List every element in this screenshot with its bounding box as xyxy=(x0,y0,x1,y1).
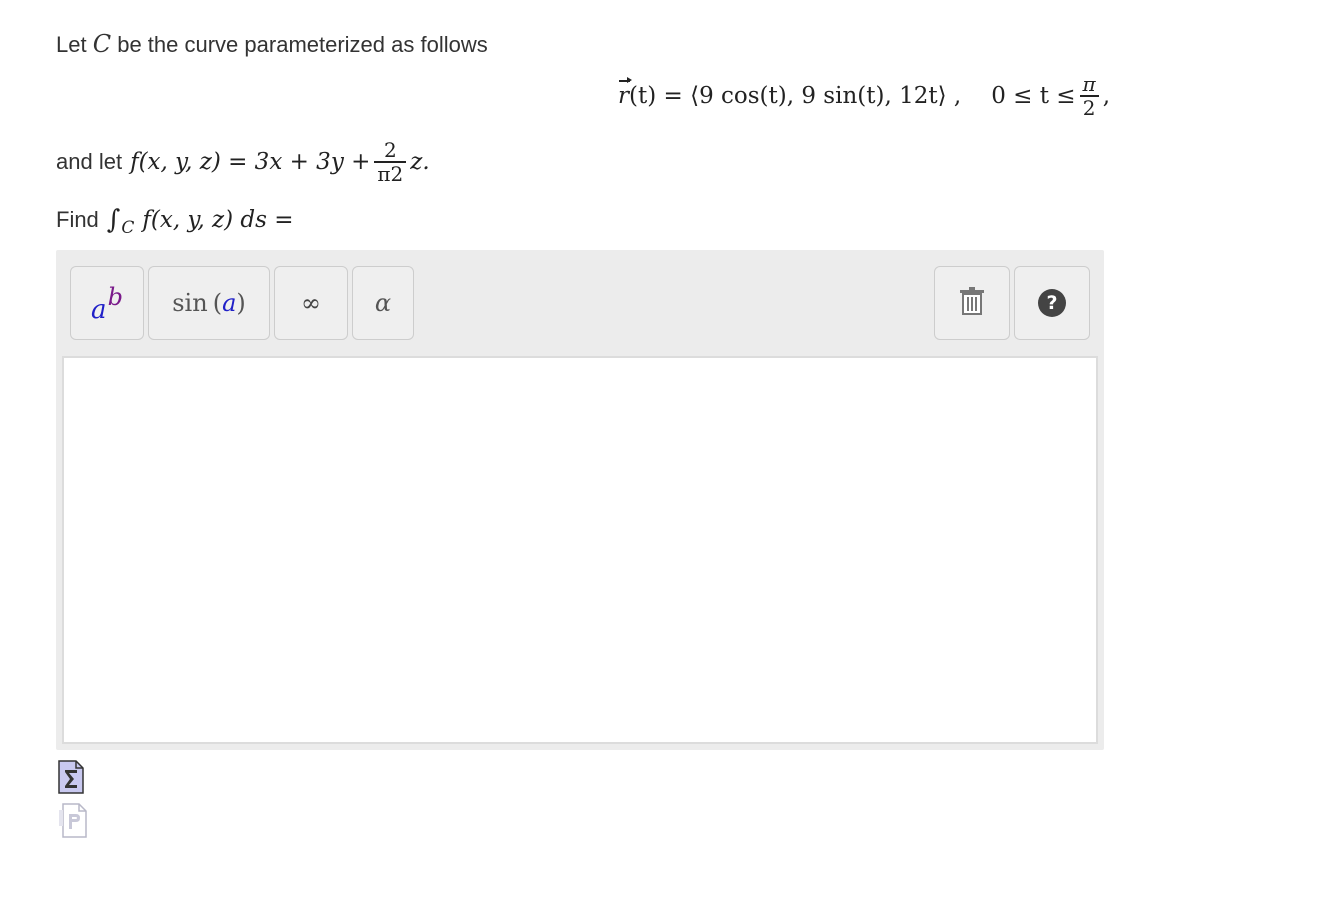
problem-intro: Let C be the curve parameterized as foll… xyxy=(56,30,488,59)
sin-open-paren: ( xyxy=(212,289,223,317)
answer-input[interactable] xyxy=(62,356,1098,744)
greek-letters-button[interactable]: α xyxy=(352,266,414,340)
sin-function-button[interactable]: sin (a) xyxy=(148,266,270,340)
math-answer-editor: ab sin (a) ∞ α ? xyxy=(56,250,1104,750)
function-intro: and let xyxy=(56,149,123,174)
range-numerator: π xyxy=(1082,72,1096,97)
exponent-button[interactable]: ab xyxy=(70,266,144,340)
range-denominator: 2 xyxy=(1082,95,1096,120)
integral-body: f(x, y, z) ds = xyxy=(142,207,294,233)
function-tail: z. xyxy=(410,149,430,175)
range-fraction: π 2 xyxy=(1079,72,1099,120)
sin-close-paren: ) xyxy=(236,289,246,317)
exponent-power: b xyxy=(107,283,123,311)
find-prompt: Find ∫ C f(x, y, z) ds = xyxy=(56,202,294,238)
equation-trailing: , xyxy=(1102,83,1111,109)
parameterization-equation: r (t) = ⟨9 cos(t), 9 sin(t), 12t⟩ , 0 ≤ … xyxy=(618,66,1110,126)
vector-r: r xyxy=(618,77,632,109)
function-frac-denominator: π2 xyxy=(377,161,404,186)
equation-body: ⟨9 cos(t), 9 sin(t), 12t⟩ , xyxy=(690,83,962,109)
integral-subscript: C xyxy=(121,218,135,238)
integral-sign: ∫ xyxy=(106,205,121,235)
sigma-file-icon[interactable] xyxy=(58,760,84,799)
infinity-button[interactable]: ∞ xyxy=(274,266,348,340)
infinity-symbol: ∞ xyxy=(301,289,321,317)
function-math: f(x, y, z) = 3x + 3y + 2 π2 z. xyxy=(130,139,430,185)
alpha-symbol: α xyxy=(374,289,392,317)
find-label: Find xyxy=(56,207,99,232)
sin-label: sin xyxy=(172,289,208,317)
sin-argument: a xyxy=(222,289,237,317)
exponent-base: a xyxy=(91,295,107,325)
integral-expression: ∫ C f(x, y, z) ds = xyxy=(107,202,294,238)
intro-before: Let xyxy=(56,32,87,57)
intro-after: be the curve parameterized as follows xyxy=(117,32,488,57)
function-frac-numerator: 2 xyxy=(383,138,397,163)
editor-toolbar: ab sin (a) ∞ α ? xyxy=(56,250,1104,356)
help-button[interactable]: ? xyxy=(1014,266,1090,340)
clear-button[interactable] xyxy=(934,266,1010,340)
help-icon: ? xyxy=(1038,289,1066,317)
curve-variable: C xyxy=(92,30,112,58)
equation-range: 0 ≤ t ≤ xyxy=(991,83,1076,109)
equation-lhs: (t) = xyxy=(629,83,691,109)
function-fraction: 2 π2 xyxy=(374,138,407,186)
trash-icon xyxy=(959,286,985,320)
page-file-icon[interactable] xyxy=(58,802,88,843)
function-expression: f(x, y, z) = 3x + 3y + xyxy=(130,149,371,175)
function-definition: and let f(x, y, z) = 3x + 3y + 2 π2 z. xyxy=(56,132,430,192)
